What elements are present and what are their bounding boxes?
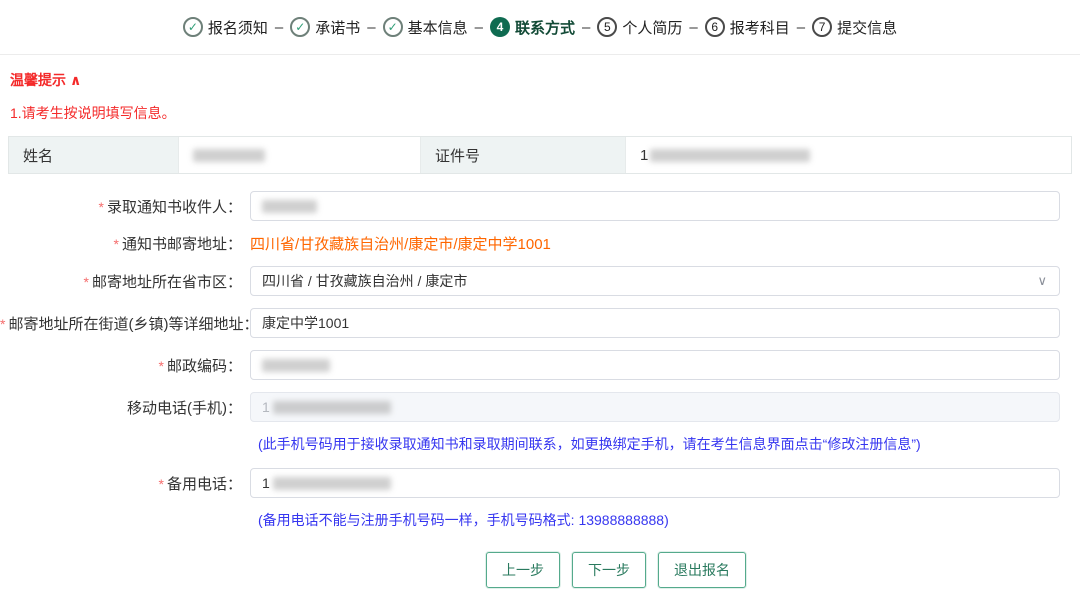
step-basic-info: ✓ 基本信息: [383, 17, 468, 38]
step-separator: –: [689, 19, 697, 36]
required-mark: *: [0, 316, 5, 332]
stepper: ✓ 报名须知 – ✓ 承诺书 – ✓ 基本信息 – 4 联系方式 – 5 个人简…: [0, 0, 1080, 55]
step-number-icon: 7: [812, 17, 832, 37]
step-separator: –: [797, 19, 805, 36]
region-label: *邮寄地址所在省市区：: [0, 271, 250, 292]
chevron-down-icon: ∨: [1037, 273, 1047, 289]
region-select[interactable]: 四川省 / 甘孜藏族自治州 / 康定市 ∨: [250, 266, 1060, 296]
backup-phone-label: *备用电话：: [0, 473, 250, 494]
id-value-cell: 1: [626, 137, 1071, 173]
step-separator: –: [367, 19, 375, 36]
required-mark: *: [159, 358, 164, 374]
postcode-label: *邮政编码：: [0, 355, 250, 376]
form-row-mail-address: *通知书邮寄地址： 四川省/甘孜藏族自治州/康定市/康定中学1001: [0, 233, 1080, 254]
redacted-recipient: [262, 200, 317, 213]
previous-step-button[interactable]: 上一步: [486, 552, 560, 588]
redacted-postcode: [262, 359, 330, 372]
tips-title-text: 温馨提示: [10, 72, 66, 88]
step-label: 报考科目: [730, 17, 790, 38]
name-value-cell: [179, 137, 421, 173]
tips-section: 温馨提示∧ 1.请考生按说明填写信息。: [0, 55, 1080, 123]
form-row-postcode: *邮政编码：: [0, 350, 1080, 380]
required-mark: *: [114, 236, 119, 252]
check-circle-icon: ✓: [383, 17, 403, 37]
backup-phone-note: (备用电话不能与注册手机号码一样，手机号码格式: 13988888888): [258, 510, 1080, 530]
chevron-up-icon: ∧: [70, 72, 81, 88]
required-mark: *: [99, 199, 104, 215]
step-number-icon: 5: [597, 17, 617, 37]
street-input[interactable]: 康定中学1001: [250, 308, 1060, 338]
mail-address-value: 四川省/甘孜藏族自治州/康定市/康定中学1001: [250, 233, 551, 254]
redacted-id-number: [650, 149, 810, 162]
mail-address-label: *通知书邮寄地址：: [0, 233, 250, 254]
id-label-cell: 证件号: [421, 137, 626, 173]
step-number-icon: 6: [705, 17, 725, 37]
redacted-mobile: [273, 401, 391, 414]
region-selected-value: 四川省 / 甘孜藏族自治州 / 康定市: [262, 271, 467, 291]
id-value-prefix: 1: [640, 147, 648, 164]
recipient-input[interactable]: [250, 191, 1060, 221]
step-label: 承诺书: [315, 17, 360, 38]
check-circle-icon: ✓: [183, 17, 203, 37]
form-row-backup-phone: *备用电话： 1: [0, 468, 1080, 498]
button-row: 上一步 下一步 退出报名: [76, 552, 1080, 588]
required-mark: *: [84, 274, 89, 290]
postcode-input[interactable]: [250, 350, 1060, 380]
step-commitment-letter: ✓ 承诺书: [290, 17, 360, 38]
step-contact-info-current: 4 联系方式: [490, 17, 575, 38]
recipient-label: *录取通知书收件人：: [0, 196, 250, 217]
next-step-button[interactable]: 下一步: [572, 552, 646, 588]
check-circle-icon: ✓: [290, 17, 310, 37]
form-row-region: *邮寄地址所在省市区： 四川省 / 甘孜藏族自治州 / 康定市 ∨: [0, 266, 1080, 296]
backup-phone-value-prefix: 1: [262, 475, 270, 491]
step-label: 报名须知: [208, 17, 268, 38]
tips-collapse-toggle[interactable]: 温馨提示∧: [10, 70, 81, 90]
step-label: 联系方式: [515, 17, 575, 38]
step-registration-notice: ✓ 报名须知: [183, 17, 268, 38]
mobile-value-prefix: 1: [262, 399, 270, 415]
candidate-info-table: 姓名 证件号 1: [8, 136, 1072, 174]
required-mark: *: [159, 476, 164, 492]
backup-phone-input[interactable]: 1: [250, 468, 1060, 498]
form-row-street: *邮寄地址所在街道(乡镇)等详细地址： 康定中学1001: [0, 308, 1080, 338]
redacted-backup-phone: [273, 477, 391, 490]
step-submit-info: 7 提交信息: [812, 17, 897, 38]
registration-contact-page: ✓ 报名须知 – ✓ 承诺书 – ✓ 基本信息 – 4 联系方式 – 5 个人简…: [0, 0, 1080, 603]
step-label: 基本信息: [408, 17, 468, 38]
redacted-name: [193, 149, 265, 162]
mobile-input-disabled: 1: [250, 392, 1060, 422]
form-row-recipient: *录取通知书收件人：: [0, 191, 1080, 221]
step-personal-resume: 5 个人简历: [597, 17, 682, 38]
mobile-note: (此手机号码用于接收录取通知书和录取期间联系，如更换绑定手机，请在考生信息界面点…: [258, 434, 1080, 454]
street-label: *邮寄地址所在街道(乡镇)等详细地址：: [0, 313, 250, 334]
name-label-cell: 姓名: [9, 137, 179, 173]
step-separator: –: [582, 19, 590, 36]
step-number-icon: 4: [490, 17, 510, 37]
step-label: 提交信息: [837, 17, 897, 38]
street-value: 康定中学1001: [262, 313, 349, 333]
mobile-label: 移动电话(手机)：: [0, 397, 250, 418]
tips-line-1: 1.请考生按说明填写信息。: [10, 103, 1070, 123]
form-row-mobile: 移动电话(手机)： 1: [0, 392, 1080, 422]
step-separator: –: [475, 19, 483, 36]
contact-form: *录取通知书收件人： *通知书邮寄地址： 四川省/甘孜藏族自治州/康定市/康定中…: [0, 191, 1080, 588]
exit-registration-button[interactable]: 退出报名: [658, 552, 746, 588]
step-label: 个人简历: [622, 17, 682, 38]
step-exam-subjects: 6 报考科目: [705, 17, 790, 38]
step-separator: –: [275, 19, 283, 36]
